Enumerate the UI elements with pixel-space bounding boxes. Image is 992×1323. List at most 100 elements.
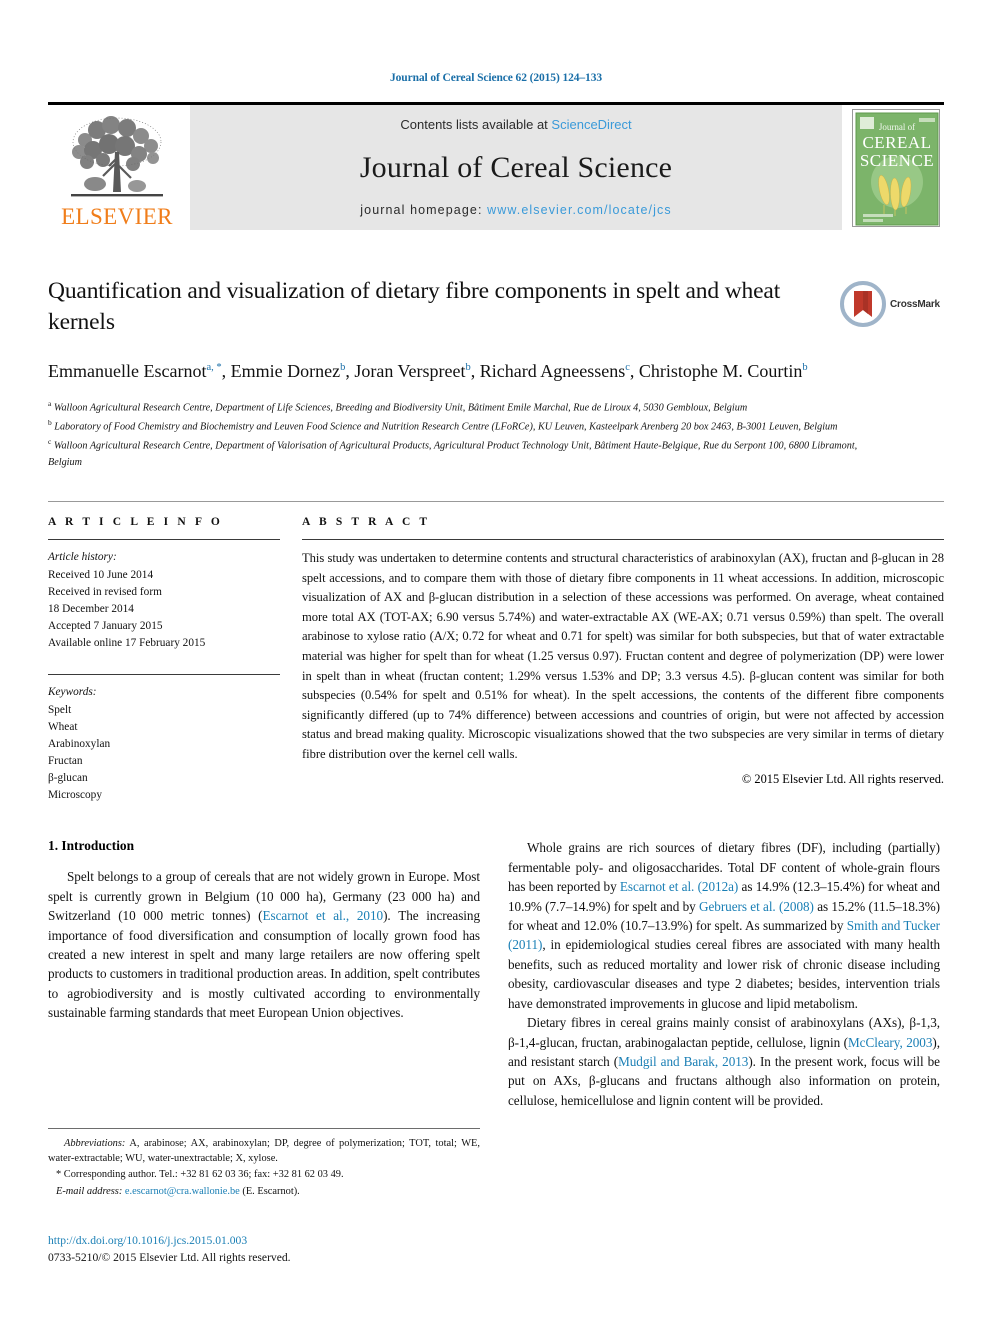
abstract-heading: A B S T R A C T [302,516,431,529]
affiliation-b-mark: b [48,418,52,428]
body-column-left: 1. Introduction Spelt belongs to a group… [48,838,480,1110]
history-item: Received in revised form [48,585,162,598]
author-1: Emmanuelle Escarnota, * [48,361,222,381]
section-heading-introduction: 1. Introduction [48,838,135,854]
keyword-item: β-glucan [48,772,88,785]
body-columns: 1. Introduction Spelt belongs to a group… [48,838,944,1110]
intro-paragraph-right-2: Dietary fibres in cereal grains mainly c… [508,1013,940,1110]
intro-paragraph-right-1: Whole grains are rich sources of dietary… [508,838,940,1013]
affiliation-b: b Laboratory of Food Chemistry and Bioch… [48,417,878,436]
article-info-heading: A R T I C L E I N F O [48,516,223,529]
author-5: Christophe M. Courtinb [639,361,808,381]
abbreviations-label: Abbreviations: [64,1138,126,1149]
email-link[interactable]: e.escarnot@cra.wallonie.be [125,1186,240,1197]
contents-available-line: Contents lists available at ScienceDirec… [190,117,842,132]
author-4-name: Richard Agneessens [479,361,626,382]
keyword-item: Arabinoxylan [48,737,111,750]
article-history-label: Article history: [48,551,117,564]
issn-copyright-line: 0733-5210/© 2015 Elsevier Ltd. All right… [48,1251,291,1265]
intro-paragraph-left: Spelt belongs to a group of cereals that… [48,867,480,1022]
affiliation-c-mark: c [48,437,52,446]
intro-right-text-4: , in epidemiological studies cereal fibr… [508,937,940,1011]
author-3-marks: b [465,362,471,374]
svg-text:Journal of: Journal of [879,122,915,132]
affiliation-a-mark: a [48,399,52,409]
author-list: Emmanuelle Escarnota, *, Emmie Dornezb, … [48,361,808,382]
journal-title: Journal of Cereal Science [359,150,673,184]
citation-mudgil-barak-2013[interactable]: Mudgil and Barak, 2013 [618,1054,748,1069]
running-head: Journal of Cereal Science 62 (2015) 124–… [389,72,603,84]
history-item: 18 December 2014 [48,602,134,615]
elsevier-wordmark: ELSEVIER [61,204,173,229]
keyword-item: Microscopy [48,789,102,802]
cover-artwork-icon: Journal of CEREAL SCIENCE [853,109,939,226]
author-4: Richard Agneessensc [480,361,630,381]
journal-homepage-line: journal homepage: www.elsevier.com/locat… [190,203,842,217]
abstract-rule [302,539,944,541]
history-item: Received 10 June 2014 [48,568,154,581]
journal-masthead: ELSEVIER Contents lists available at Sci… [48,102,944,230]
info-abstract-row: A R T I C L E I N F O Article history: R… [48,501,944,804]
article-info-rule [48,539,280,541]
footnote-corresponding-author: * Corresponding author. Tel.: +32 81 62 … [48,1167,480,1182]
crossmark-badge[interactable]: CrossMark [840,278,944,330]
affiliation-a-text: Walloon Agricultural Research Centre, De… [53,402,748,414]
keywords-label: Keywords: [48,686,97,699]
email-label: E-mail address: [56,1185,123,1197]
article-history-block: Article history: Received 10 June 2014 R… [48,549,280,652]
keyword-item: Fructan [48,754,83,767]
abstract-column: A B S T R A C T This study was undertake… [302,516,944,804]
page-title: Quantification and visualization of diet… [48,278,781,335]
journal-cover-image: Journal of CEREAL SCIENCE [852,108,940,227]
abstract-text: This study was undertaken to determine c… [302,551,944,761]
author-3: Joran Verspreetb [354,361,470,381]
citation-escarnot-2012a[interactable]: Escarnot et al. (2012a) [620,879,738,894]
crossmark-icon [840,281,886,327]
body-column-right: Whole grains are rich sources of dietary… [508,838,940,1110]
citation-escarnot-2010[interactable]: Escarnot et al., 2010 [263,908,384,923]
citation-gebruers-2008[interactable]: Gebruers et al. (2008) [699,899,814,914]
author-5-marks: b [802,362,808,374]
author-2-marks: b [340,362,346,374]
intro-left-text-2: ). The increasing importance of food div… [48,908,481,1021]
affiliation-c-text: Walloon Agricultural Research Centre, De… [48,440,858,468]
svg-text:CEREAL: CEREAL [862,133,931,152]
elsevier-tree-icon [71,116,163,197]
author-1-marks: a, * [206,362,222,374]
doi-link[interactable]: http://dx.doi.org/10.1016/j.jcs.2015.01.… [48,1232,508,1249]
affiliation-a: a Walloon Agricultural Research Centre, … [48,398,878,417]
contents-prefix: Contents lists available at [400,117,548,132]
email-owner: (E. Escarnot). [239,1185,300,1197]
crossmark-label: CrossMark [890,298,940,310]
corresponding-text: Corresponding author. Tel.: +32 81 62 03… [61,1169,344,1181]
footnote-abbreviations: Abbreviations: A, arabinose; AX, arabino… [48,1136,480,1166]
sciencedirect-link[interactable]: ScienceDirect [551,117,631,132]
affiliation-b-text: Laboratory of Food Chemistry and Biochem… [54,421,838,433]
author-2-name: Emmie Dornez [230,361,341,382]
abstract-copyright: © 2015 Elsevier Ltd. All rights reserved… [741,772,944,787]
keyword-item: Wheat [48,720,78,733]
keywords-rule [48,674,280,676]
history-item: Accepted 7 January 2015 [48,620,163,633]
footnote-email: E-mail address: e.escarnot@cra.wallonie.… [48,1184,480,1199]
journal-cover: Journal of CEREAL SCIENCE [848,105,944,230]
homepage-label: journal homepage: [360,203,483,217]
author-1-name: Emmanuelle Escarnot [48,361,207,382]
svg-text:SCIENCE: SCIENCE [860,151,934,170]
affiliation-c: c Walloon Agricultural Research Centre, … [48,436,878,471]
author-2: Emmie Dornezb [231,361,346,381]
title-area: Quantification and visualization of diet… [48,276,944,337]
elsevier-logo: ELSEVIER [48,105,186,230]
journal-banner: Contents lists available at ScienceDirec… [190,105,842,230]
keyword-item: Spelt [48,703,72,716]
keywords-block: Keywords: Spelt Wheat Arabinoxylan Fruct… [48,674,280,804]
footnotes-block: Abbreviations: A, arabinose; AX, arabino… [48,1128,480,1199]
keywords-body: Keywords: Spelt Wheat Arabinoxylan Fruct… [48,684,280,804]
homepage-url-link[interactable]: www.elsevier.com/locate/jcs [487,203,672,217]
author-4-marks: c [625,362,630,374]
article-info-column: A R T I C L E I N F O Article history: R… [48,516,280,804]
citation-mccleary-2003[interactable]: McCleary, 2003 [848,1035,932,1050]
author-3-name: Joran Verspreet [354,361,466,382]
author-5-name: Christophe M. Courtin [638,361,803,382]
paper-page: Journal of Cereal Science 62 (2015) 124–… [0,0,992,1323]
